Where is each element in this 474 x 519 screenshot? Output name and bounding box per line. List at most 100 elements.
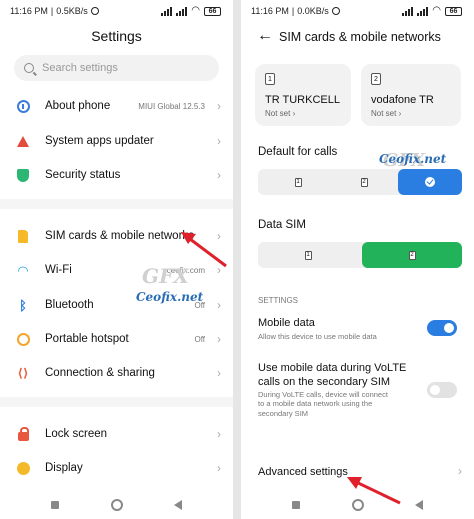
group-divider bbox=[0, 397, 233, 407]
settings-item-connection-sharing[interactable]: ⟨⟩ Connection & sharing › bbox=[0, 356, 233, 390]
data-sim-option-1[interactable]: 1 bbox=[288, 242, 328, 268]
chevron-right-icon: › bbox=[217, 332, 221, 346]
sim-slot-icon: 1 bbox=[265, 73, 275, 85]
search-icon bbox=[24, 63, 34, 73]
battery-icon: 66 bbox=[204, 6, 221, 16]
watermark-text: Ceofix.net bbox=[136, 290, 204, 304]
settings-item-label: Portable hotspot bbox=[45, 333, 129, 345]
settings-item-sim-cards[interactable]: SIM cards & mobile networks › bbox=[0, 219, 233, 253]
sim-card-1[interactable]: 1 TR TURKCELL Not set › bbox=[255, 64, 351, 126]
status-divider: | bbox=[50, 6, 54, 16]
page-title: Settings bbox=[91, 28, 142, 44]
status-bar: 11:16 PM | 0.0KB/s ◠ 66 bbox=[241, 0, 474, 22]
settings-item-label: Security status bbox=[45, 169, 121, 181]
sim-status: Not set › bbox=[371, 109, 402, 118]
volte-title: Use mobile data during VoLTE calls on th… bbox=[258, 362, 407, 388]
signal-icon-2 bbox=[417, 6, 429, 16]
back-arrow-icon[interactable]: ← bbox=[257, 28, 273, 44]
chevron-right-icon: › bbox=[217, 461, 221, 475]
settings-item-label: Connection & sharing bbox=[45, 367, 155, 379]
advanced-settings-row[interactable]: Advanced settings › bbox=[241, 460, 474, 486]
status-divider: | bbox=[291, 6, 295, 16]
settings-item-wifi[interactable]: ◠ Wi-Fi ceofix.com › bbox=[0, 253, 233, 287]
display-icon bbox=[16, 461, 30, 475]
mobile-data-title: Mobile data bbox=[258, 317, 315, 329]
data-sim-option-2[interactable]: 2 bbox=[362, 242, 462, 268]
alarm-icon bbox=[331, 7, 340, 15]
back-button[interactable] bbox=[173, 500, 182, 510]
settings-item-label: Display bbox=[45, 462, 83, 474]
sim-icon bbox=[16, 229, 30, 243]
sim-slot-icon: 2 bbox=[371, 73, 381, 85]
info-icon bbox=[16, 99, 30, 113]
default-calls-option-2[interactable]: 2 bbox=[344, 169, 384, 195]
chevron-right-icon: › bbox=[217, 298, 221, 312]
settings-item-label: SIM cards & mobile networks bbox=[45, 230, 194, 242]
chevron-right-icon: › bbox=[217, 168, 221, 182]
check-icon bbox=[425, 177, 435, 187]
back-button[interactable] bbox=[414, 500, 423, 510]
settings-screen: 11:16 PM | 0.5KB/s ◠ 66 Settings Search … bbox=[0, 0, 233, 519]
recents-button[interactable] bbox=[292, 501, 301, 509]
up-arrow-icon bbox=[16, 134, 30, 148]
mobile-data-desc: Allow this device to use mobile data bbox=[258, 332, 377, 341]
status-time: 11:16 PM bbox=[10, 6, 48, 16]
battery-icon: 66 bbox=[445, 6, 462, 16]
settings-item-label: Lock screen bbox=[45, 428, 108, 440]
settings-item-system-apps-updater[interactable]: System apps updater › bbox=[0, 124, 233, 158]
settings-item-label: About phone bbox=[45, 100, 111, 112]
mobile-data-toggle[interactable] bbox=[427, 320, 457, 336]
chevron-right-icon: › bbox=[217, 263, 221, 277]
wifi-status-icon: ◠ bbox=[432, 5, 441, 16]
data-sim-selector: 1 2 bbox=[258, 242, 462, 268]
panel-divider bbox=[233, 0, 241, 519]
volte-toggle[interactable] bbox=[427, 382, 457, 398]
volte-desc: During VoLTE calls, device will connect … bbox=[258, 390, 388, 418]
default-calls-option-ask[interactable] bbox=[398, 169, 462, 195]
bluetooth-icon: ᛒ bbox=[19, 297, 27, 313]
settings-item-label: Wi-Fi bbox=[45, 264, 72, 276]
default-calls-option-1[interactable]: 1 bbox=[278, 169, 318, 195]
search-input[interactable]: Search settings bbox=[14, 55, 219, 81]
status-speed: 0.0KB/s bbox=[297, 6, 329, 16]
settings-item-label: System apps updater bbox=[45, 135, 154, 147]
chevron-right-icon: › bbox=[458, 464, 462, 478]
page-title: SIM cards & mobile networks bbox=[279, 30, 441, 44]
wifi-status-icon: ◠ bbox=[191, 5, 200, 16]
data-sim-label: Data SIM bbox=[258, 219, 306, 231]
navigation-bar bbox=[241, 491, 474, 519]
signal-icon bbox=[402, 6, 414, 16]
status-speed: 0.5KB/s bbox=[56, 6, 88, 16]
settings-item-security-status[interactable]: Security status › bbox=[0, 158, 233, 192]
chevron-right-icon: › bbox=[217, 99, 221, 113]
settings-item-lock-screen[interactable]: Lock screen › bbox=[0, 417, 233, 451]
signal-icon-2 bbox=[176, 6, 188, 16]
sim-card-2[interactable]: 2 vodafone TR Not set › bbox=[361, 64, 461, 126]
shield-icon bbox=[16, 168, 30, 182]
signal-icon bbox=[161, 6, 173, 16]
connection-icon: ⟨⟩ bbox=[17, 366, 29, 380]
advanced-settings-label: Advanced settings bbox=[258, 466, 348, 478]
sim-cards-screen: 11:16 PM | 0.0KB/s ◠ 66 ← SIM cards & mo… bbox=[241, 0, 474, 519]
home-button[interactable] bbox=[110, 499, 123, 511]
recents-button[interactable] bbox=[51, 501, 60, 509]
chevron-right-icon: › bbox=[217, 427, 221, 441]
settings-item-portable-hotspot[interactable]: Portable hotspot Off › bbox=[0, 322, 233, 356]
hotspot-icon bbox=[16, 332, 30, 346]
default-calls-selector: 1 2 bbox=[258, 169, 462, 195]
sim-status: Not set › bbox=[265, 109, 296, 118]
lock-icon bbox=[16, 426, 30, 441]
settings-item-value: Off bbox=[194, 334, 205, 344]
settings-item-value: MIUI Global 12.5.3 bbox=[138, 101, 205, 111]
home-button[interactable] bbox=[351, 499, 364, 511]
chevron-right-icon: › bbox=[217, 229, 221, 243]
settings-item-about-phone[interactable]: About phone MIUI Global 12.5.3 › bbox=[0, 89, 233, 123]
sim-name: vodafone TR bbox=[371, 94, 434, 106]
settings-item-display[interactable]: Display › bbox=[0, 451, 233, 485]
chevron-right-icon: › bbox=[217, 134, 221, 148]
status-time: 11:16 PM bbox=[251, 6, 289, 16]
search-placeholder: Search settings bbox=[42, 62, 118, 74]
navigation-bar bbox=[0, 491, 233, 519]
settings-section-header: SETTINGS bbox=[258, 296, 299, 305]
status-bar: 11:16 PM | 0.5KB/s ◠ 66 bbox=[0, 0, 233, 22]
